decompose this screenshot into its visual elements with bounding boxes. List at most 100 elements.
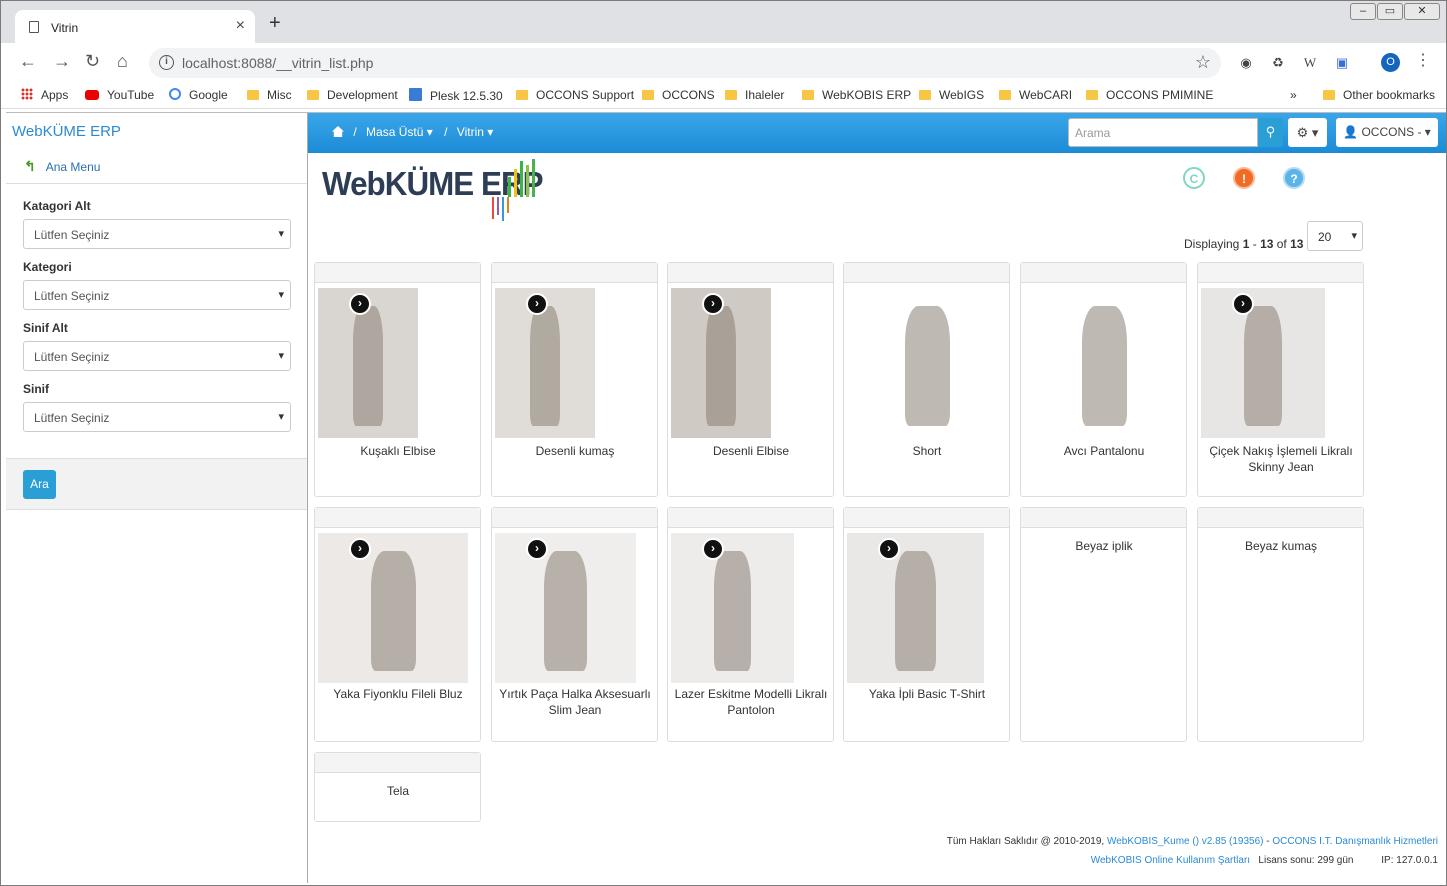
folder-icon <box>1323 90 1335 100</box>
forward-icon[interactable]: → <box>53 51 71 71</box>
bookmark-development[interactable]: Development <box>307 88 398 102</box>
product-image[interactable] <box>1201 288 1325 438</box>
menu-icon[interactable]: ⋮ <box>1415 51 1431 71</box>
camera-extension-icon[interactable]: ▣ <box>1333 54 1351 72</box>
sinif-alt-select[interactable]: Lütfen Seçiniz <box>23 341 291 371</box>
crumb-masa-ustu[interactable]: Masa Üstü ▾ <box>366 125 433 139</box>
reload-icon[interactable]: ↻ <box>85 51 100 71</box>
folder-icon <box>642 90 654 100</box>
bookmark-apps[interactable]: Apps <box>21 88 68 102</box>
crumb-separator: / <box>444 125 448 139</box>
close-window-button[interactable]: ✕ <box>1404 3 1440 20</box>
profile-avatar[interactable]: O <box>1381 53 1400 72</box>
kategori-select[interactable]: Lütfen Seçiniz <box>23 280 291 310</box>
search-button[interactable]: ⚲ <box>1258 118 1283 147</box>
bookmark-webcari[interactable]: WebCARI <box>999 88 1072 102</box>
alert-icon[interactable]: ! <box>1233 167 1255 189</box>
user-dropdown[interactable]: 👤 OCCONS - ▾ <box>1336 118 1438 147</box>
product-card[interactable]: › Desenli kumaş <box>491 262 658 497</box>
product-image[interactable] <box>495 533 636 683</box>
footer-copyright: Tüm Hakları Saklıdır @ 2010-2019, WebKOB… <box>946 836 1438 847</box>
ara-button[interactable]: Ara <box>23 470 56 499</box>
plesk-icon <box>409 88 422 101</box>
product-version-link[interactable]: WebKOBIS_Kume () v2.85 (19356) <box>1107 836 1264 847</box>
bookmark-youtube[interactable]: YouTube <box>85 88 154 102</box>
chevron-right-icon[interactable]: › <box>349 538 371 560</box>
home-icon[interactable] <box>332 126 344 137</box>
bookmark-plesk[interactable]: Plesk 12.5.30 <box>409 88 503 103</box>
chevron-right-icon[interactable]: › <box>349 293 371 315</box>
product-figure <box>706 306 736 426</box>
bookmark-star-icon[interactable]: ☆ <box>1195 52 1211 73</box>
product-image[interactable] <box>1029 288 1180 438</box>
terms-link[interactable]: WebKOBIS Online Kullanım Şartları <box>1091 855 1250 866</box>
logo-underbars-graphic <box>492 197 509 221</box>
search-input[interactable]: Arama <box>1068 118 1258 147</box>
bookmarks-overflow[interactable]: » <box>1290 88 1297 102</box>
product-image[interactable] <box>318 533 468 683</box>
chevron-right-icon[interactable]: › <box>526 293 548 315</box>
product-card[interactable]: › Yırtık Paça Halka Aksesuarlı Slim Jean <box>491 507 658 742</box>
recycle-extension-icon[interactable]: ♻ <box>1269 54 1287 72</box>
chevron-right-icon[interactable]: › <box>702 538 724 560</box>
product-image[interactable] <box>852 288 1003 438</box>
bookmark-other[interactable]: Other bookmarks <box>1323 88 1435 102</box>
bookmark-webkobis-erp[interactable]: WebKOBIS ERP <box>802 88 911 102</box>
product-card[interactable]: Tela <box>314 752 481 822</box>
c-icon[interactable]: C <box>1183 167 1205 189</box>
back-icon[interactable]: ← <box>19 51 37 71</box>
minimize-button[interactable]: – <box>1350 3 1376 20</box>
product-figure <box>530 306 560 426</box>
help-icon[interactable]: ? <box>1283 167 1305 189</box>
product-card[interactable]: Beyaz iplik <box>1020 507 1187 742</box>
folder-icon <box>802 90 814 100</box>
wikipedia-extension-icon[interactable]: W <box>1301 54 1319 72</box>
chevron-right-icon[interactable]: › <box>1232 293 1254 315</box>
browser-tab[interactable]: Vitrin × <box>15 10 255 43</box>
bookmark-ihaleler[interactable]: Ihaleler <box>725 88 784 102</box>
product-card[interactable]: › Kuşaklı Elbise <box>314 262 481 497</box>
globe-extension-icon[interactable]: ◉ <box>1237 54 1255 72</box>
product-card[interactable]: › Çiçek Nakış İşlemeli Likralı Skinny Jea… <box>1197 262 1364 497</box>
google-icon <box>169 88 181 100</box>
new-tab-button[interactable]: + <box>269 13 281 33</box>
bookmark-occons[interactable]: OCCONS <box>642 88 715 102</box>
toolbar: ← → ↻ ⌂ i localhost:8088/__vitrin_list.p… <box>1 43 1446 81</box>
product-card[interactable]: Short <box>843 262 1010 497</box>
company-link[interactable]: OCCONS I.T. Danışmanlık Hizmetleri <box>1272 836 1438 847</box>
maximize-button[interactable]: ▭ <box>1377 3 1403 20</box>
divider <box>6 183 307 184</box>
chevron-right-icon[interactable]: › <box>526 538 548 560</box>
product-card[interactable]: › Desenli Elbise <box>667 262 834 497</box>
info-icon[interactable]: i <box>159 55 174 70</box>
product-card[interactable]: Avcı Pantalonu <box>1020 262 1187 497</box>
ana-menu-link[interactable]: ↰ Ana Menu <box>24 158 100 175</box>
close-tab-icon[interactable]: × <box>236 17 245 35</box>
product-card[interactable]: › Yaka İpli Basic T-Shirt <box>843 507 1010 742</box>
bookmark-misc[interactable]: Misc <box>247 88 292 102</box>
chevron-right-icon[interactable]: › <box>702 293 724 315</box>
home-icon[interactable]: ⌂ <box>117 51 128 71</box>
chevron-right-icon[interactable]: › <box>878 538 900 560</box>
app-root: WebKÜME ERP ↰ Ana Menu Katagori Alt Lütfe… <box>6 112 1446 883</box>
product-card[interactable]: › Lazer Eskitme Modelli Likralı Pantolon <box>667 507 834 742</box>
bookmark-google[interactable]: Google <box>169 88 228 102</box>
katagori-alt-select[interactable]: Lütfen Seçiniz <box>23 219 291 249</box>
page-size-select[interactable]: 20 <box>1307 221 1363 251</box>
product-card[interactable]: Beyaz kumaş <box>1197 507 1364 742</box>
address-bar[interactable]: i localhost:8088/__vitrin_list.php ☆ <box>149 48 1221 78</box>
sinif-select[interactable]: Lütfen Seçiniz <box>23 402 291 432</box>
ip-info: IP: 127.0.0.1 <box>1381 855 1438 866</box>
product-image[interactable] <box>847 533 984 683</box>
product-image[interactable] <box>671 533 794 683</box>
product-figure <box>544 551 587 671</box>
bookmark-occons-pmimine[interactable]: OCCONS PMIMINE <box>1086 88 1213 102</box>
product-card[interactable]: › Yaka Fiyonklu Fileli Bluz <box>314 507 481 742</box>
settings-dropdown[interactable]: ⚙ ▾ <box>1288 118 1327 147</box>
brand-title[interactable]: WebKÜME ERP <box>12 123 121 140</box>
bookmark-webigs[interactable]: WebIGS <box>919 88 984 102</box>
bookmark-occons-support[interactable]: OCCONS Support <box>516 88 634 102</box>
crumb-vitrin[interactable]: Vitrin ▾ <box>457 125 493 139</box>
product-name: Kuşaklı Elbise <box>360 444 436 458</box>
product-figure <box>370 551 416 671</box>
